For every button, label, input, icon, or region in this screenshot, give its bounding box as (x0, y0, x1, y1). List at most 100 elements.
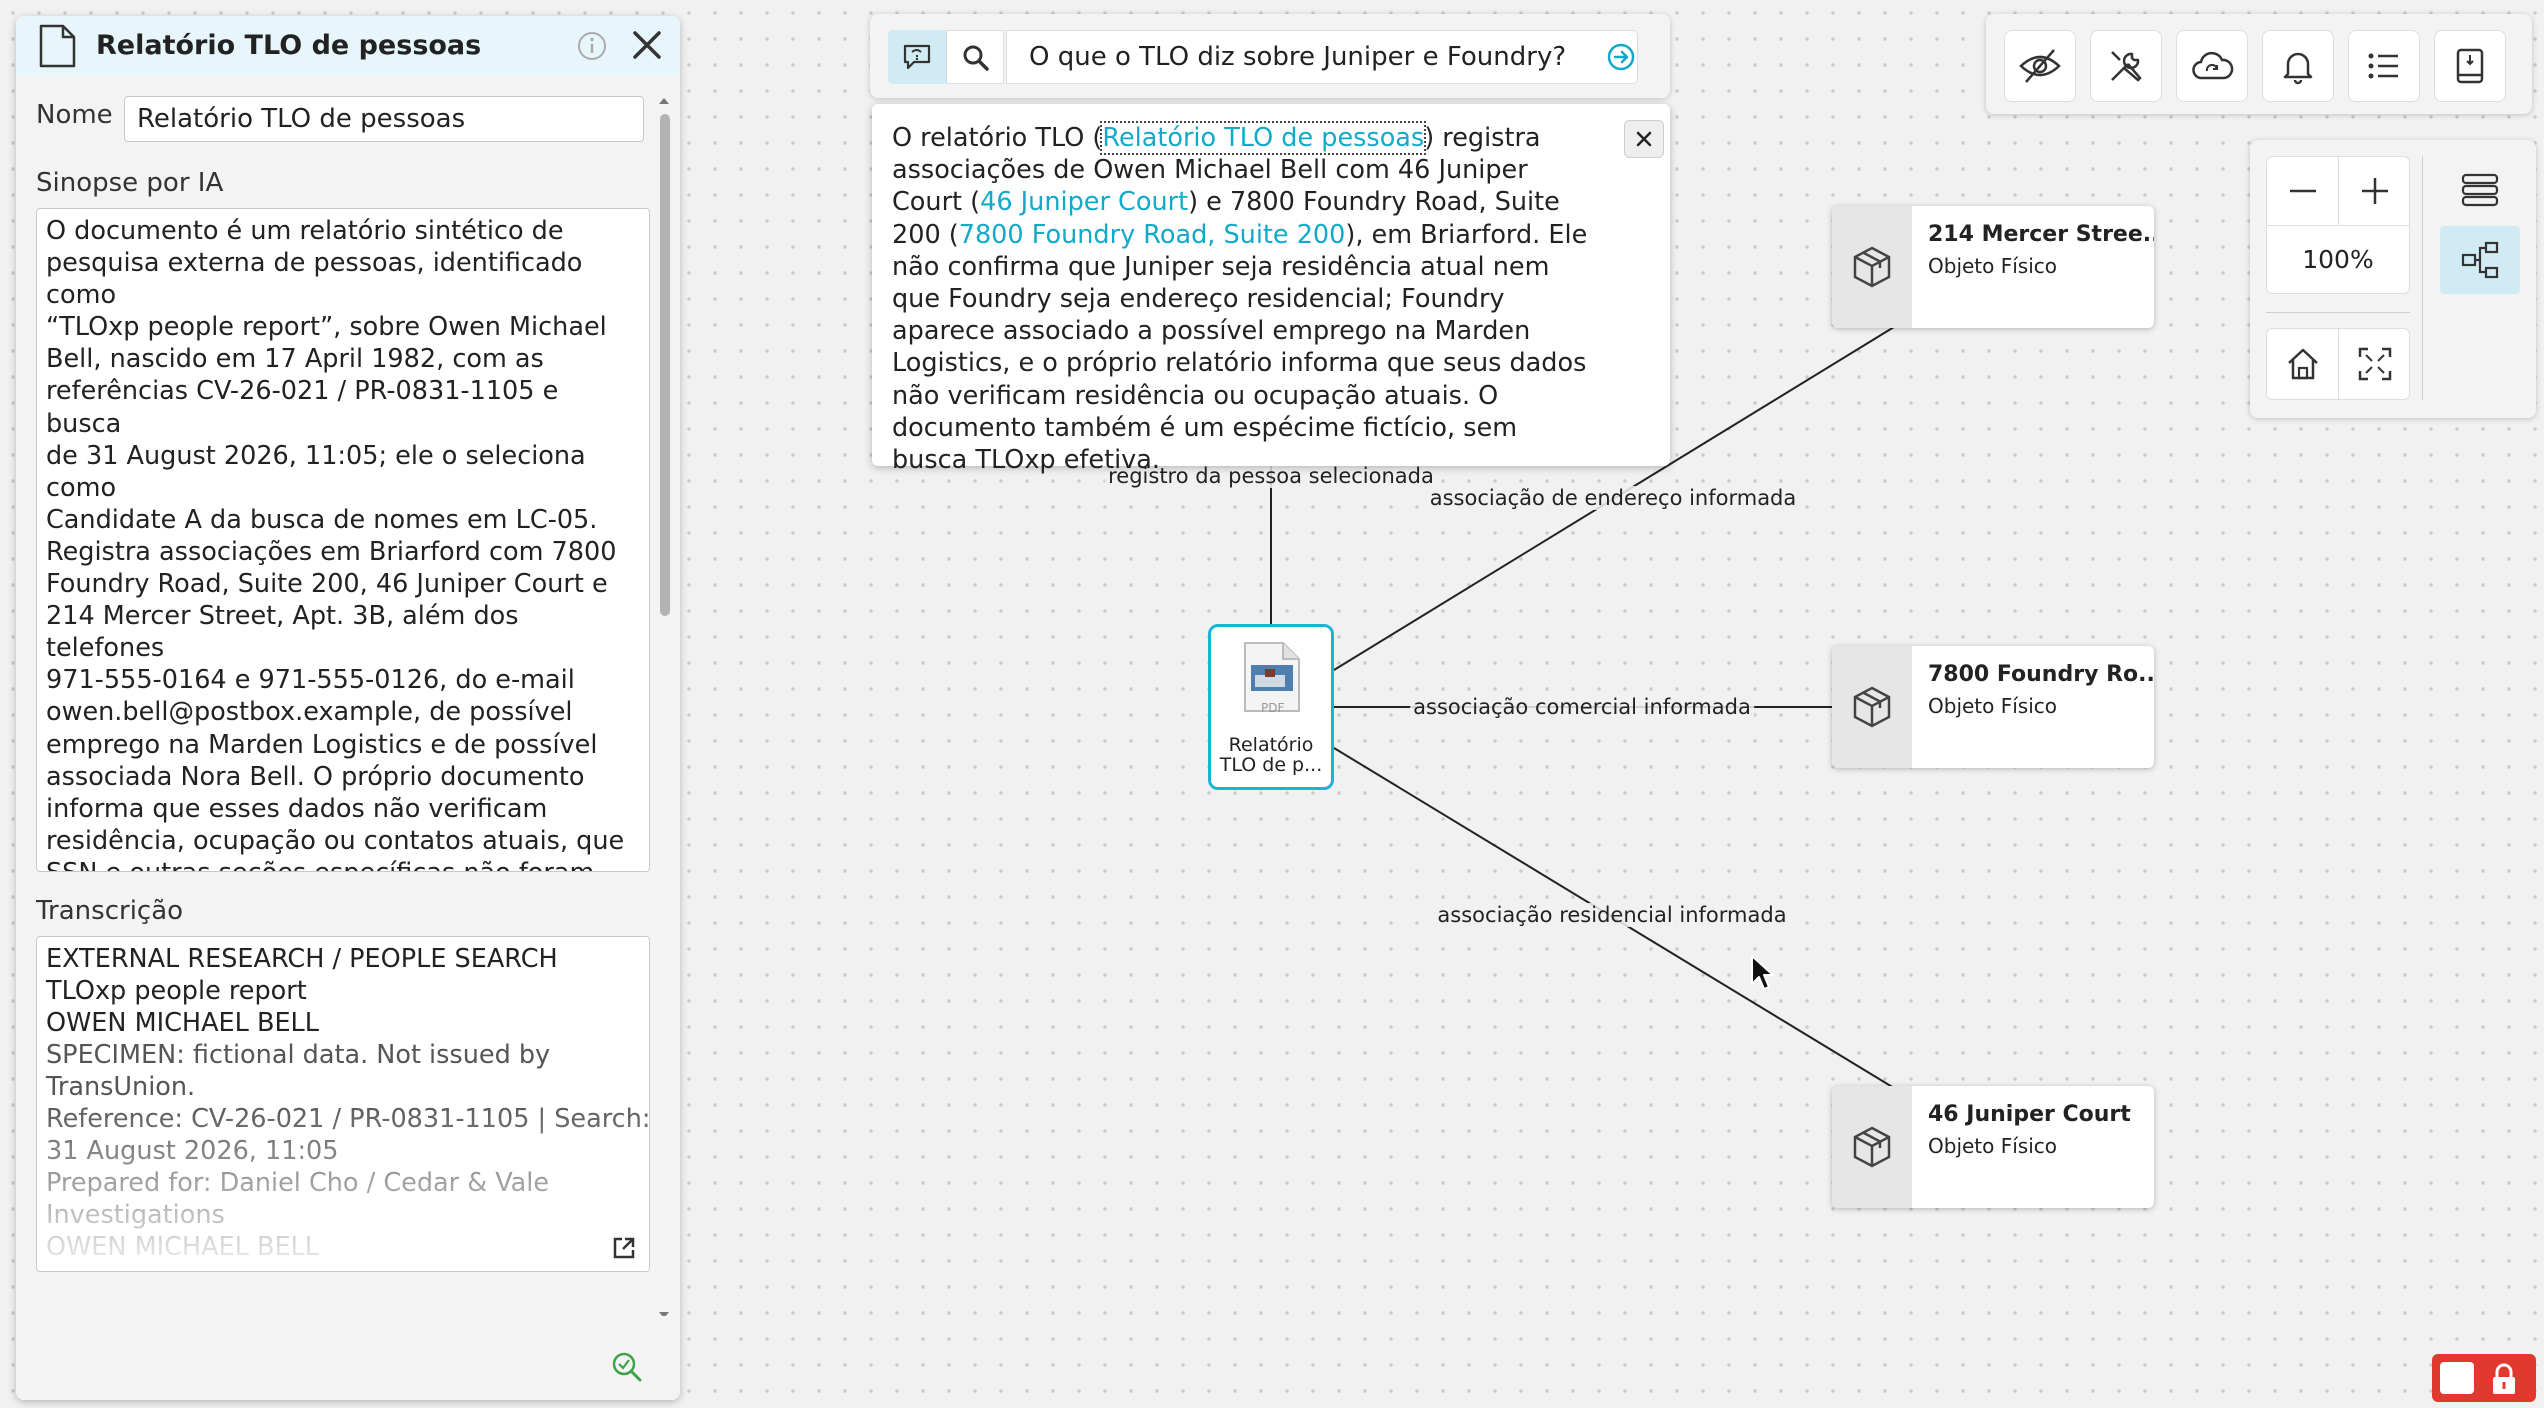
link-foundry[interactable]: 7800 Foundry Road, Suite 200 (959, 220, 1346, 250)
synopsis-label: Sinopse por IA (36, 168, 224, 198)
submit-arrow-icon[interactable] (1606, 42, 1636, 72)
bell-icon (2283, 52, 2313, 85)
ai-answer-text: O relatório TLO (Relatório TLO de pessoa… (892, 121, 1592, 476)
transcript-line: TLOxp people report (46, 976, 307, 1006)
node-type: Objeto Físico (1928, 1134, 2058, 1158)
search-icon (963, 45, 989, 71)
transcript-line: EXTERNAL RESEARCH / PEOPLE SEARCH (46, 944, 558, 974)
synopsis-line: residência, ocupação ou contatos atuais,… (46, 825, 625, 856)
transcript-line: Prepared for: Daniel Cho / Cedar & Vale (46, 1168, 550, 1198)
synopsis-line: Registra associações em Briarford com 78… (46, 536, 617, 567)
transcript-line: OWEN MICHAEL BELL (46, 1008, 319, 1038)
document-node[interactable]: PDF Relatório TLO de p... (1208, 624, 1334, 790)
search-bar (870, 14, 1670, 98)
zoom-level[interactable]: 100% (2267, 225, 2409, 293)
home-icon (2287, 348, 2318, 380)
synopsis-lines: O documento é um relatório sintético de p… (46, 215, 640, 871)
toggle-knob (2440, 1362, 2474, 1394)
panel-footer (16, 1316, 680, 1400)
zoom-out-button[interactable] (2267, 157, 2339, 225)
tools-button[interactable] (2090, 30, 2162, 102)
graph-layout-icon (2461, 241, 2499, 279)
view-controls (2266, 328, 2410, 400)
transcript-lines: EXTERNAL RESEARCH / PEOPLE SEARCH TLOxp p… (46, 943, 650, 1263)
lock-toggle[interactable] (2432, 1354, 2536, 1402)
list-button[interactable] (2348, 30, 2420, 102)
package-icon (1853, 686, 1891, 728)
ai-chat-button[interactable] (888, 30, 946, 84)
zoom-in-button[interactable] (2339, 157, 2410, 225)
package-icon (1853, 246, 1891, 288)
list-layout-button[interactable] (2440, 156, 2520, 224)
home-button[interactable] (2267, 329, 2339, 399)
expand-icon[interactable] (611, 1235, 637, 1261)
synopsis-line: owen.bell@postbox.example, de possível (46, 697, 573, 728)
synopsis-line: 971-555-0164 e 971-555-0126, do e-mail (46, 665, 575, 696)
name-field[interactable] (124, 96, 644, 142)
eye-slash-icon (2019, 49, 2061, 83)
answer-close-button[interactable] (1624, 120, 1664, 158)
minus-icon (2289, 189, 2316, 193)
fit-to-screen-button[interactable] (2339, 329, 2410, 399)
zoom-controls: 100% (2266, 156, 2410, 294)
synopsis-line: referências CV-26-021 / PR-0831-1105 e b… (46, 376, 559, 439)
fit-screen-icon (2358, 347, 2391, 381)
synopsis-line: Bell, nascido em 17 April 1982, com as (46, 344, 544, 375)
synopsis-line: 214 Mercer Street, Apt. 3B, além dos tel… (46, 601, 519, 664)
graph-layout-button[interactable] (2440, 226, 2520, 294)
lock-icon (2493, 1363, 2515, 1394)
synopsis-line: de 31 August 2026, 11:05; ele o selecion… (46, 440, 586, 503)
synopsis-line: “TLOxp people report”, sobre Owen Michae… (46, 312, 607, 343)
synopsis-line: O documento é um relatório sintético de (46, 216, 564, 246)
ai-chat-icon (903, 44, 931, 70)
search-button[interactable] (946, 30, 1004, 84)
document-details-panel: Relatório TLO de pessoas Nome Sinopse po… (16, 16, 680, 1400)
list-icon (2368, 53, 2398, 79)
node-icon-box (1832, 1086, 1912, 1208)
notifications-button[interactable] (2262, 30, 2334, 102)
info-icon[interactable] (576, 30, 608, 62)
link-report[interactable]: Relatório TLO de pessoas (1100, 121, 1427, 155)
synopsis-line: emprego na Marden Logistics e de possíve… (46, 729, 598, 760)
scrollbar-thumb[interactable] (660, 114, 670, 616)
node-title: 7800 Foundry Ro... (1928, 662, 2154, 687)
document-icon (39, 24, 76, 68)
object-node-mercer[interactable]: 214 Mercer Stree... Objeto Físico (1832, 206, 2154, 328)
synopsis-line: informa que esses dados não verificam (46, 793, 548, 824)
search-document-icon[interactable] (610, 1350, 644, 1384)
notebook-button[interactable] (2434, 30, 2506, 102)
transcript-line: TransUnion. (46, 1072, 196, 1102)
synopsis-line: SSN e outras seções específicas não fora… (46, 857, 640, 871)
transcript-line: Investigations (46, 1200, 225, 1230)
link-juniper[interactable]: 46 Juniper Court (980, 187, 1188, 217)
notebook-icon (2456, 48, 2484, 84)
answer-text-part: O relatório TLO ( (892, 123, 1103, 153)
tools-icon (2111, 51, 2142, 82)
synopsis-line: associada Nora Bell. O próprio documento (46, 761, 585, 792)
name-label: Nome (36, 100, 113, 130)
node-title: 214 Mercer Stree... (1928, 222, 2154, 247)
transcript-line: OWEN MICHAEL BELL (46, 1232, 319, 1262)
transcript-text[interactable]: EXTERNAL RESEARCH / PEOPLE SEARCH TLOxp p… (36, 936, 650, 1272)
ai-answer-popup: O relatório TLO (Relatório TLO de pessoa… (872, 104, 1670, 475)
package-icon (1853, 1126, 1891, 1168)
synopsis-text[interactable]: O documento é um relatório sintético de p… (36, 208, 650, 872)
cloud-sync-icon (2192, 51, 2234, 80)
hide-button[interactable] (2004, 30, 2076, 102)
close-icon[interactable] (630, 28, 664, 62)
panel-header: Relatório TLO de pessoas (16, 16, 680, 76)
edge-label-address: associação de endereço informada (1426, 486, 1800, 510)
transcript-line: 31 August 2026, 11:05 (46, 1136, 339, 1166)
object-node-juniper[interactable]: 46 Juniper Court Objeto Físico (1832, 1086, 2154, 1208)
sync-button[interactable] (2176, 30, 2248, 102)
pdf-badge: PDF (1261, 701, 1285, 715)
synopsis-line: Foundry Road, Suite 200, 46 Juniper Cour… (46, 569, 608, 600)
list-layout-icon (2461, 173, 2499, 207)
object-node-foundry[interactable]: 7800 Foundry Ro... Objeto Físico (1832, 646, 2154, 768)
divider (2266, 312, 2410, 313)
transcript-line: Reference: CV-26-021 / PR-0831-1105 | Se… (46, 1104, 650, 1134)
node-title: 46 Juniper Court (1928, 1102, 2131, 1127)
plus-icon (2361, 178, 2388, 204)
search-input[interactable] (1006, 30, 1638, 84)
node-type: Objeto Físico (1928, 694, 2058, 718)
